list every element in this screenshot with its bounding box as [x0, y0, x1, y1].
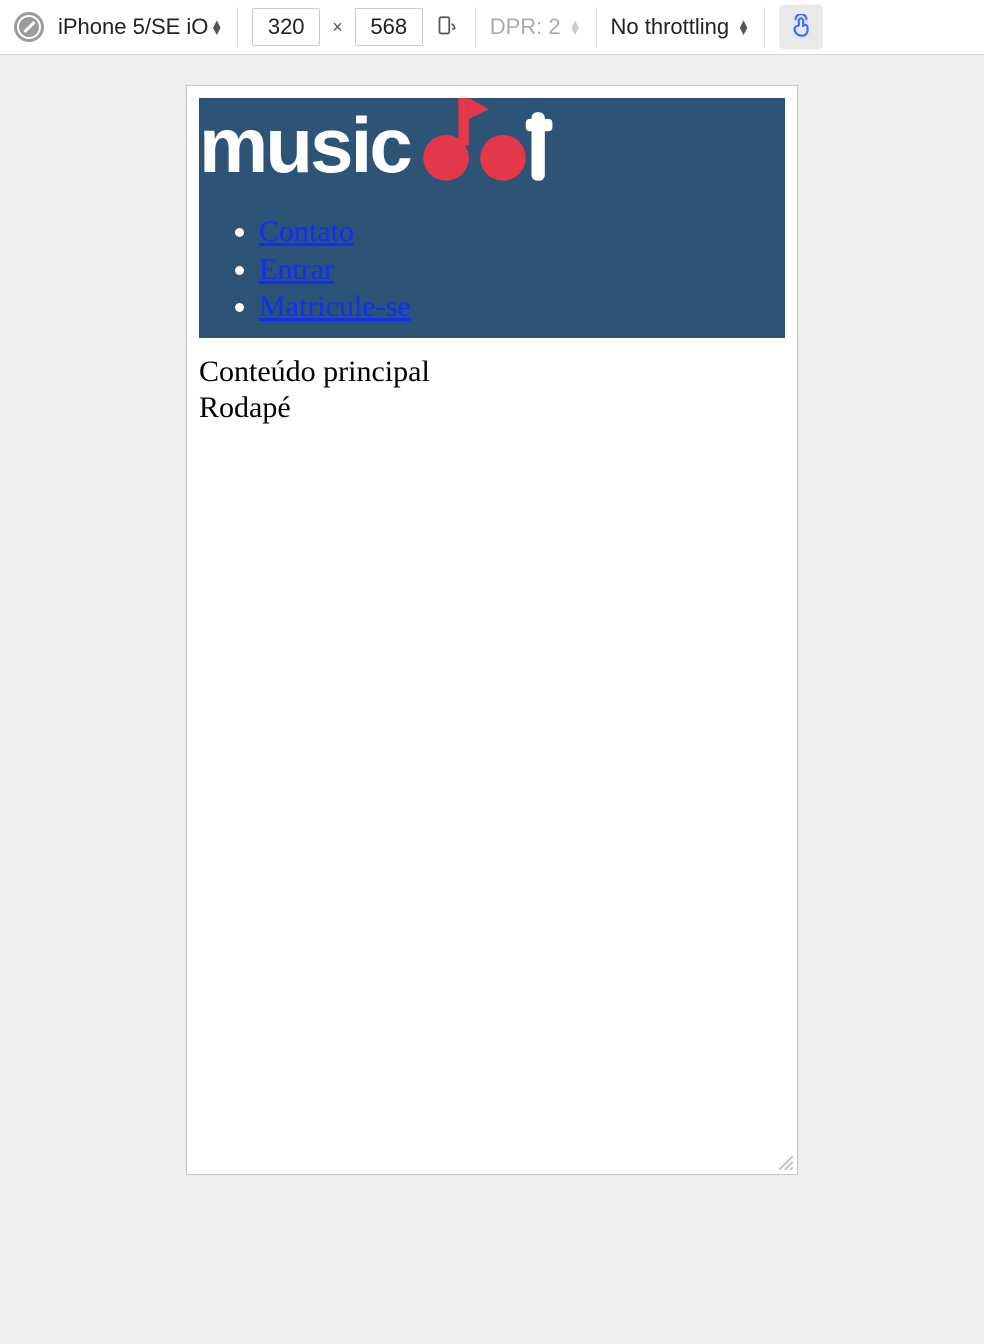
select-arrows-icon: ▲▼ — [569, 20, 582, 34]
touch-toggle-button[interactable] — [779, 5, 823, 49]
nav-list: Contato Entrar Matricule-se — [199, 213, 785, 326]
dimension-times: × — [328, 17, 347, 38]
device-name: iPhone 5/SE — [58, 14, 180, 40]
devtools-toolbar: iPhone 5/SE iO ▲▼ × DPR: 2 ▲▼ No throttl… — [0, 0, 984, 55]
toolbar-divider — [237, 7, 238, 47]
os-label: iO — [186, 14, 208, 40]
dimensions-section: × — [246, 8, 467, 46]
select-arrows-icon: ▲▼ — [210, 20, 223, 34]
toolbar-divider — [475, 7, 476, 47]
svg-text:music: music — [199, 101, 411, 189]
touch-icon — [788, 14, 814, 40]
device-os-select[interactable]: iO ▲▼ — [186, 14, 223, 40]
throttling-label: No throttling — [611, 14, 730, 40]
dpr-section[interactable]: DPR: 2 ▲▼ — [484, 14, 588, 40]
page-content: music Contato Entrar Matricule-se Conteú… — [187, 86, 797, 1174]
device-frame[interactable]: music Contato Entrar Matricule-se Conteú… — [186, 85, 798, 1175]
nav-item-entrar: Entrar — [259, 251, 785, 289]
safari-compass-icon — [14, 12, 44, 42]
devtools-viewport-area: music Contato Entrar Matricule-se Conteú… — [0, 55, 984, 1344]
nav-item-matricule: Matricule-se — [259, 288, 785, 326]
page-header: music Contato Entrar Matricule-se — [199, 98, 785, 338]
footer-content: Rodapé — [199, 390, 785, 426]
nav-link-contato[interactable]: Contato — [259, 215, 354, 248]
toolbar-divider — [764, 7, 765, 47]
width-input[interactable] — [252, 8, 320, 46]
rotate-device-button[interactable] — [431, 12, 461, 42]
main-content: Conteúdo principal — [199, 354, 785, 390]
nav-item-contato: Contato — [259, 213, 785, 251]
throttling-section[interactable]: No throttling ▲▼ — [605, 14, 757, 40]
device-select[interactable]: iPhone 5/SE iO ▲▼ — [58, 14, 223, 40]
dpr-label: DPR: 2 — [490, 14, 561, 40]
select-arrows-icon: ▲▼ — [737, 20, 750, 34]
musicdot-logo: music — [199, 98, 579, 193]
height-input[interactable] — [355, 8, 423, 46]
nav-link-matricule[interactable]: Matricule-se — [259, 290, 411, 323]
nav-link-entrar[interactable]: Entrar — [259, 253, 334, 286]
device-section: iPhone 5/SE iO ▲▼ — [8, 12, 229, 42]
toolbar-divider — [596, 7, 597, 47]
rotate-icon — [433, 14, 459, 40]
